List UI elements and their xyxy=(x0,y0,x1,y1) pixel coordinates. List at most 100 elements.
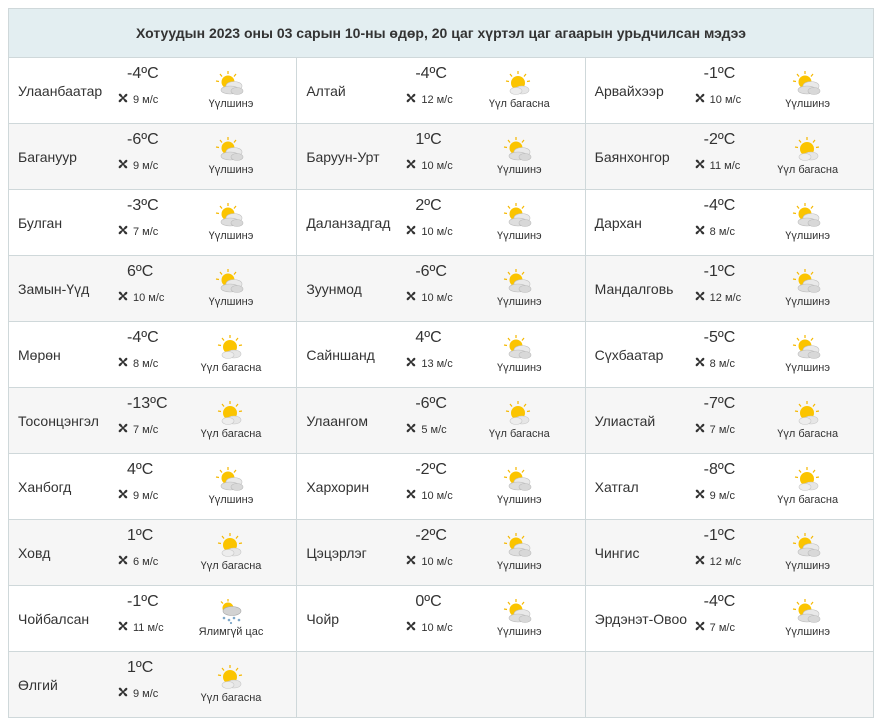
city-name: Улаанбаатар xyxy=(18,82,103,99)
wind-icon xyxy=(694,554,710,569)
wind-info: 9 м/с xyxy=(694,488,735,503)
wind-info: 13 м/с xyxy=(405,356,453,371)
forecast-cell: Тосонцэнгэл -13ºC 7 м/с Үүл багасна xyxy=(7,387,298,454)
city-name: Багануур xyxy=(18,148,77,165)
temperature: -4ºC xyxy=(127,329,159,346)
temperature: -6ºC xyxy=(415,263,447,280)
temperature: 0ºC xyxy=(415,593,442,610)
wind-speed: 12 м/с xyxy=(421,93,453,106)
wind-icon xyxy=(694,224,710,239)
wind-icon xyxy=(405,356,421,371)
temperature: 1ºC xyxy=(127,527,154,544)
forecast-cell: Цэцэрлэг -2ºC 10 м/с Үүлшинэ xyxy=(296,519,586,586)
wind-icon xyxy=(694,620,710,635)
forecast-panel: Хотуудын 2023 оны 03 сарын 10-ны өдөр, 2… xyxy=(7,8,875,718)
forecast-cell: Сүхбаатар -5ºC 8 м/с Үүлшинэ xyxy=(584,321,875,388)
wind-info: 8 м/с xyxy=(694,224,735,239)
wind-speed: 7 м/с xyxy=(133,423,159,436)
city-name: Улиастай xyxy=(594,412,656,429)
wind-info: 7 м/с xyxy=(694,620,735,635)
wind-info: 8 м/с xyxy=(694,356,735,371)
wind-icon xyxy=(405,158,421,173)
wind-info: 12 м/с xyxy=(405,92,453,107)
city-name: Баруун-Урт xyxy=(306,148,380,165)
forecast-cell: Арвайхээр -1ºC 10 м/с Үүлшинэ xyxy=(584,57,875,124)
partly-cloudy-icon xyxy=(215,268,245,293)
wind-icon xyxy=(117,92,133,107)
sun-cloud-icon xyxy=(215,334,245,359)
city-name: Сүхбаатар xyxy=(594,346,664,363)
forecast-row: Мөрөн -4ºC 8 м/с Үүл багасна Сайншанд 4ºC 13 м… xyxy=(7,321,875,388)
wind-icon xyxy=(405,422,421,437)
city-name: Тосонцэнгэл xyxy=(18,412,99,429)
forecast-cell: Хатгал -8ºC 9 м/с Үүл багасна xyxy=(584,453,875,520)
city-name: Булган xyxy=(18,214,63,231)
weather-condition: Үүлшинэ xyxy=(496,296,542,308)
wind-speed: 12 м/с xyxy=(709,291,742,304)
weather-condition: Үүлшинэ xyxy=(785,230,830,242)
wind-info: 10 м/с xyxy=(405,620,453,635)
weather-condition: Үүлшинэ xyxy=(208,98,254,110)
wind-info: 12 м/с xyxy=(694,290,741,305)
forecast-cell: Ханбогд 4ºC 9 м/с Үүлшинэ xyxy=(7,453,298,520)
weather-condition: Үүлшинэ xyxy=(496,626,542,638)
wind-speed: 8 м/с xyxy=(709,225,735,238)
weather-condition: Үүлшинэ xyxy=(496,230,542,242)
weather-condition: Үүлшинэ xyxy=(496,494,542,506)
city-name: Арвайхээр xyxy=(594,82,664,99)
city-name: Ханбогд xyxy=(18,478,72,495)
sun-cloud-icon xyxy=(792,466,822,491)
sun-cloud-icon xyxy=(215,532,245,557)
partly-cloudy-icon xyxy=(215,136,245,161)
wind-icon xyxy=(694,488,710,503)
forecast-cell: Зуунмод -6ºC 10 м/с Үүлшинэ xyxy=(296,255,586,322)
temperature: -2ºC xyxy=(415,461,447,478)
temperature: 1ºC xyxy=(415,131,442,148)
weather-condition: Үүлшинэ xyxy=(496,362,542,374)
wind-info: 7 м/с xyxy=(694,422,735,437)
wind-info: 12 м/с xyxy=(694,554,741,569)
wind-speed: 11 м/с xyxy=(709,159,741,172)
wind-speed: 10 м/с xyxy=(421,489,453,502)
wind-icon xyxy=(405,554,421,569)
wind-info: 10 м/с xyxy=(694,92,741,107)
wind-info: 7 м/с xyxy=(117,422,158,437)
forecast-cell: Өлгий 1ºC 9 м/с Үүл багасна xyxy=(7,651,298,718)
weather-condition: Үүлшинэ xyxy=(785,362,830,374)
wind-speed: 5 м/с xyxy=(421,423,447,436)
temperature: 2ºC xyxy=(415,197,442,214)
forecast-cell: Чойр 0ºC 10 м/с Үүлшинэ xyxy=(296,585,586,652)
wind-icon xyxy=(694,92,710,107)
wind-icon xyxy=(694,290,710,305)
temperature: -5ºC xyxy=(703,329,736,346)
sun-cloud-icon xyxy=(503,70,533,95)
wind-speed: 9 м/с xyxy=(133,687,159,700)
wind-speed: 10 м/с xyxy=(709,93,742,106)
city-name: Мөрөн xyxy=(18,346,61,363)
forecast-cell: Сайншанд 4ºC 13 м/с Үүлшинэ xyxy=(296,321,586,388)
partly-cloudy-icon xyxy=(792,532,822,557)
city-name: Чингис xyxy=(594,544,640,561)
partly-cloudy-icon xyxy=(503,334,533,359)
wind-icon xyxy=(405,224,421,239)
wind-icon xyxy=(405,290,421,305)
partly-cloudy-icon xyxy=(792,334,822,359)
forecast-row: Ханбогд 4ºC 9 м/с Үүлшинэ Хархорин -2ºC 10 м/с… xyxy=(7,453,875,520)
wind-info: 11 м/с xyxy=(694,158,741,173)
temperature: -4ºC xyxy=(415,65,447,82)
forecast-cell: Баянхонгор -2ºC 11 м/с Үүл багасна xyxy=(584,123,875,190)
wind-icon xyxy=(405,620,421,635)
temperature: -1ºC xyxy=(703,65,736,82)
temperature: -4ºC xyxy=(127,65,159,82)
wind-icon xyxy=(117,686,133,701)
wind-speed: 11 м/с xyxy=(133,621,164,634)
weather-condition: Үүлшинэ xyxy=(208,494,254,506)
wind-info: 11 м/с xyxy=(117,620,164,635)
wind-speed: 7 м/с xyxy=(133,225,159,238)
partly-cloudy-icon xyxy=(792,598,822,623)
city-name: Алтай xyxy=(306,82,346,99)
wind-info: 8 м/с xyxy=(117,356,158,371)
wind-speed: 12 м/с xyxy=(709,555,742,568)
city-name: Өлгий xyxy=(18,676,58,693)
sun-cloud-icon xyxy=(792,136,822,161)
